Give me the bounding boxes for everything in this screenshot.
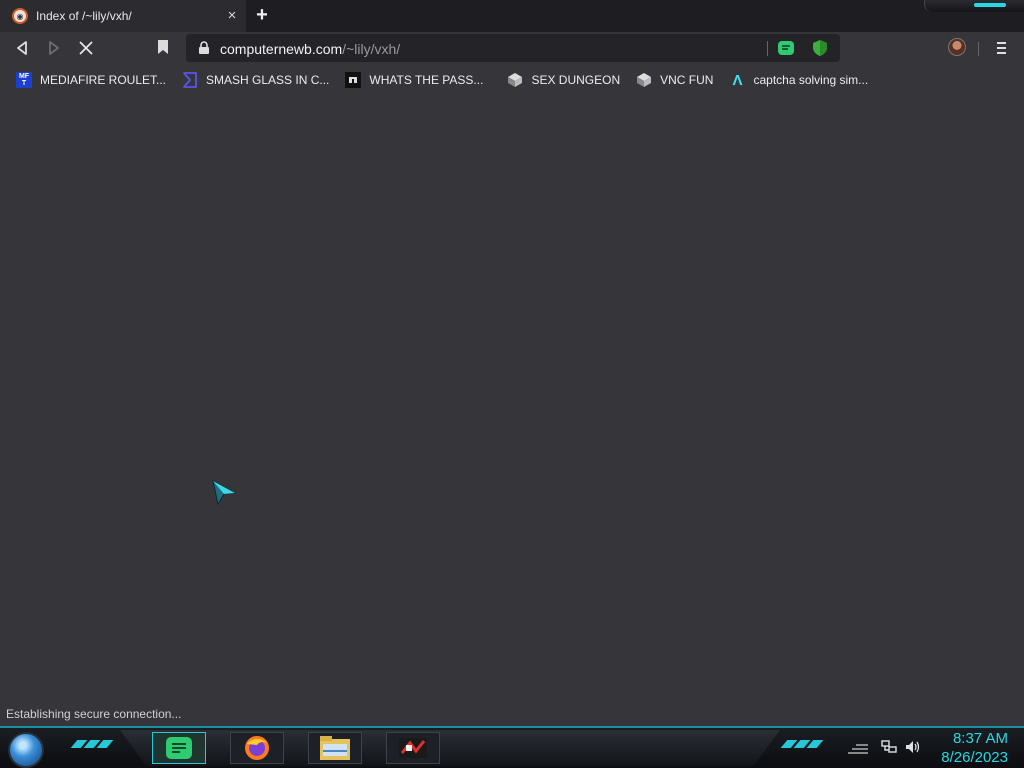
- clock-date: 8/26/2023: [941, 749, 1008, 766]
- taskbar-app-explorer[interactable]: [308, 732, 362, 764]
- stop-x-icon: [79, 41, 93, 55]
- status-bar-text: Establishing secure connection...: [0, 704, 188, 724]
- site-favicon-icon: ◉: [12, 8, 28, 24]
- tab-strip: ◉ Index of /~lily/vxh/ × +: [0, 0, 1024, 32]
- bookmark-vnc-fun[interactable]: VNC FUN: [630, 68, 719, 92]
- tab-title: Index of /~lily/vxh/: [36, 9, 132, 23]
- bookmark-page-button[interactable]: [156, 39, 172, 57]
- browser-toolbar: computernewb.com/~lily/vxh/: [0, 32, 1024, 64]
- bookmark-ribbon-icon: [158, 40, 168, 54]
- forward-arrow-icon: [49, 41, 59, 55]
- bookmark-mediafire[interactable]: MF T MEDIAFIRE ROULET...: [10, 68, 172, 92]
- mouse-cursor-icon: [212, 480, 237, 506]
- bookmark-whats-the-pass[interactable]: WHATS THE PASS...: [339, 68, 489, 92]
- address-bar[interactable]: computernewb.com/~lily/vxh/: [186, 34, 840, 62]
- shield-icon: [813, 40, 827, 56]
- lock-icon: [199, 41, 209, 54]
- taskbar-app-media[interactable]: [386, 732, 440, 764]
- keyhole-icon: [345, 72, 362, 88]
- bookmark-label: captcha solving sim...: [753, 73, 869, 87]
- taskbar-app-chat[interactable]: [152, 732, 206, 764]
- start-orb-button[interactable]: [8, 732, 44, 768]
- bookmark-captcha-solving[interactable]: Λ captcha solving sim...: [723, 68, 874, 92]
- taskbar-frame: [120, 730, 780, 766]
- taskbar-app-firefox[interactable]: [230, 732, 284, 764]
- taskbar: 8:37 AM 8/26/2023: [0, 726, 1024, 768]
- window-decoration: [924, 0, 1024, 12]
- bookmark-smash-glass[interactable]: SMASH GLASS IN C...: [176, 68, 335, 92]
- browser-menu-button[interactable]: [992, 39, 1010, 57]
- toolbar-divider: [978, 42, 979, 56]
- system-clock[interactable]: 8:37 AM 8/26/2023: [941, 729, 1008, 767]
- url-text[interactable]: computernewb.com/~lily/vxh/: [220, 41, 400, 57]
- taskbar-chevrons-right: [780, 740, 824, 750]
- firefox-icon: [245, 736, 269, 760]
- url-host: computernewb.com: [220, 41, 343, 57]
- active-tab[interactable]: ◉ Index of /~lily/vxh/ ×: [0, 0, 246, 32]
- bookmark-label: SEX DUNGEON: [531, 73, 621, 87]
- new-tab-button[interactable]: +: [251, 4, 273, 26]
- tab-close-icon[interactable]: ×: [224, 8, 240, 24]
- bookmark-sex-dungeon[interactable]: SEX DUNGEON: [501, 68, 626, 92]
- network-icon[interactable]: [881, 740, 897, 754]
- url-path: /~lily/vxh/: [342, 41, 401, 57]
- forward-button[interactable]: [43, 38, 65, 58]
- lambda-icon: Λ: [732, 71, 743, 89]
- page-content: Establishing secure connection...: [0, 96, 1024, 726]
- bookmark-label: VNC FUN: [660, 73, 714, 87]
- tray-grip-icon: [848, 744, 868, 754]
- bookmarks-bar: MF T MEDIAFIRE ROULET... SMASH GLASS IN …: [0, 64, 1024, 96]
- bookmark-label: WHATS THE PASS...: [369, 73, 484, 87]
- omnibox-separator: [767, 41, 768, 56]
- mediafire-icon: MF T: [16, 72, 32, 88]
- media-app-icon: [399, 738, 427, 758]
- bookmark-label: MEDIAFIRE ROULET...: [40, 73, 167, 87]
- back-button[interactable]: [11, 38, 33, 58]
- file-explorer-icon: [320, 736, 350, 760]
- volume-icon[interactable]: [905, 740, 921, 754]
- cube-icon: [507, 72, 523, 88]
- back-arrow-icon: [17, 41, 27, 55]
- chat-app-icon: [166, 737, 192, 759]
- clock-time: 8:37 AM: [952, 730, 1008, 747]
- chat-extension-icon: [778, 41, 794, 55]
- stop-loading-button[interactable]: [75, 38, 97, 58]
- sigma-icon: [182, 72, 198, 88]
- shield-extension-button[interactable]: [812, 39, 830, 57]
- cube-icon: [636, 72, 652, 88]
- profile-avatar[interactable]: [948, 38, 966, 56]
- chat-extension-button[interactable]: [777, 39, 795, 57]
- bookmark-label: SMASH GLASS IN C...: [206, 73, 330, 87]
- taskbar-chevrons-left: [70, 740, 114, 750]
